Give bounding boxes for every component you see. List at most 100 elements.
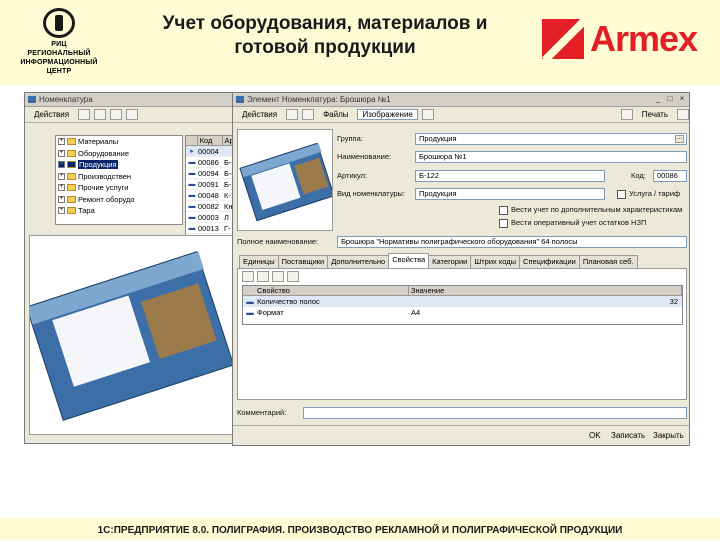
tab-suppliers[interactable]: Поставщики <box>277 255 329 268</box>
tree-item-repair[interactable]: + Ремонт оборудо <box>56 194 182 206</box>
service-checkbox[interactable] <box>617 190 626 199</box>
table-row[interactable]: ▬ Количество полос 32 <box>243 296 682 307</box>
printer-icon[interactable] <box>620 109 633 120</box>
edit-row-icon[interactable] <box>272 271 284 282</box>
table-row[interactable]: ▬ Формат А4 <box>243 307 682 318</box>
tab-specifications[interactable]: Спецификации <box>519 255 580 268</box>
image-menu[interactable]: Изображение <box>357 109 418 120</box>
element-window: Элемент Номенклатура: Брошюра №1 _ □ × Д… <box>232 92 690 446</box>
collapse-icon[interactable]: - <box>58 161 65 168</box>
save-icon[interactable] <box>286 109 299 120</box>
fullname-field[interactable]: Брошюра "Нормативы полиграфического обор… <box>337 236 687 248</box>
close-button[interactable]: Закрыть <box>653 430 684 442</box>
tab-categories[interactable]: Категории <box>428 255 472 268</box>
ok-button[interactable]: OK <box>589 430 601 442</box>
actions-menu[interactable]: Действия <box>237 109 282 120</box>
characteristics-checkbox[interactable] <box>499 206 508 215</box>
tree-item-materials[interactable]: + Материалы <box>56 136 182 148</box>
item-marker-icon: ▬ <box>188 203 196 210</box>
help-icon[interactable] <box>421 109 434 120</box>
column-property[interactable]: Свойство <box>243 286 409 295</box>
wip-checkbox-label: Вести оперативный учет остатков НЗП <box>511 218 647 227</box>
edit-icon[interactable] <box>126 109 139 120</box>
copy-row-icon[interactable] <box>257 271 269 282</box>
element-image <box>237 129 333 231</box>
ric-logo: РИЦ РЕГИОНАЛЬНЫЙ ИНФОРМАЦИОННЫЙ ЦЕНТР <box>12 6 106 78</box>
fullname-label: Полное наименование: <box>237 237 319 246</box>
title-line-1: Учет оборудования, материалов и <box>162 13 488 34</box>
logo-line: РИЦ <box>51 41 67 48</box>
column-value[interactable]: Значение <box>409 286 682 295</box>
folder-icon[interactable] <box>94 109 107 120</box>
refresh-icon[interactable] <box>302 109 315 120</box>
property-value: 32 <box>669 297 678 306</box>
tree-item-packaging[interactable]: + Тара <box>56 205 182 217</box>
table-row[interactable]: ▬ 00091 Б-1 <box>186 179 238 190</box>
property-value: А4 <box>411 308 421 317</box>
tab-additional[interactable]: Дополнительно <box>327 255 390 268</box>
table-row[interactable]: ▬ 00082 Кн <box>186 201 238 212</box>
tree-item-equipment[interactable]: + Оборудование <box>56 148 182 160</box>
expand-icon[interactable]: + <box>58 195 65 203</box>
table-row[interactable]: ▬ 00086 Б-1 <box>186 157 238 168</box>
expand-icon[interactable]: + <box>58 149 65 157</box>
files-menu[interactable]: Файлы <box>318 109 353 120</box>
delete-row-icon[interactable] <box>287 271 299 282</box>
armex-brand: Armex <box>590 18 698 59</box>
folder-icon <box>67 172 76 180</box>
tab-planned-cost[interactable]: Плановая себ. <box>578 255 638 268</box>
wip-checkbox[interactable] <box>499 219 508 228</box>
expand-icon[interactable]: + <box>58 207 65 214</box>
property-name: Количество полос <box>257 297 320 306</box>
help-question-icon[interactable] <box>677 109 689 120</box>
tree-item-products[interactable]: - Продукция <box>56 159 182 171</box>
copy-icon[interactable] <box>110 109 123 120</box>
table-row[interactable]: ▬ 00094 Б-4 <box>186 168 238 179</box>
comment-field[interactable] <box>303 407 687 419</box>
code-field[interactable]: 00086 <box>653 170 687 182</box>
tree-item-label: Прочие услуги <box>78 183 129 192</box>
tree-item-production[interactable]: + Производствен <box>56 171 182 183</box>
tab-properties[interactable]: Свойства <box>388 253 430 268</box>
add-icon[interactable] <box>78 109 91 120</box>
add-row-icon[interactable] <box>242 271 254 282</box>
grid-header: Код Арт <box>186 136 238 146</box>
ric-logo-mark-icon <box>39 6 79 40</box>
maximize-icon[interactable]: □ <box>665 95 675 104</box>
minimize-icon[interactable]: _ <box>653 95 663 104</box>
print-menu[interactable]: Печать <box>637 109 673 120</box>
property-marker-icon: ▬ <box>246 308 254 317</box>
tab-units[interactable]: Единицы <box>239 255 279 268</box>
article-label: Артикул: <box>337 171 368 180</box>
column-code[interactable]: Код <box>198 136 223 145</box>
element-toolbar: Действия Файлы Изображение Печать <box>233 107 689 123</box>
item-marker-icon: ▬ <box>188 159 196 166</box>
expand-icon[interactable]: + <box>58 172 65 180</box>
armex-mark-icon <box>542 19 584 59</box>
group-select-icon[interactable]: ... <box>675 135 684 143</box>
tab-bar: Единицы Поставщики Дополнительно Свойств… <box>239 253 638 268</box>
nomenclature-window: Номенклатура Действия + Материалы + Оборуд… <box>24 92 240 444</box>
row-article: Кн <box>224 202 233 211</box>
characteristics-checkbox-label: Вести учет по дополнительным характерист… <box>511 205 683 214</box>
row-article <box>222 146 224 156</box>
write-button[interactable]: Записать <box>611 430 645 442</box>
tab-barcodes[interactable]: Штрих коды <box>470 255 521 268</box>
close-icon[interactable]: × <box>677 95 687 104</box>
type-field[interactable]: Продукция <box>415 188 605 200</box>
row-code: 00086 <box>198 158 219 167</box>
group-field[interactable]: Продукция <box>415 133 687 145</box>
table-row[interactable]: ▸ 00004 <box>186 146 238 157</box>
article-field[interactable]: Б-122 <box>415 170 605 182</box>
folder-marker-icon: ▸ <box>190 148 194 155</box>
table-row[interactable]: ▬ 00013 Г- <box>186 223 238 234</box>
actions-menu[interactable]: Действия <box>29 109 74 120</box>
expand-icon[interactable]: + <box>58 138 65 145</box>
tree-item-other-services[interactable]: + Прочие услуги <box>56 182 182 194</box>
group-tree: + Материалы + Оборудование - Продукция + Про… <box>55 135 183 225</box>
table-row[interactable]: ▬ 00003 Л <box>186 212 238 223</box>
row-code: 00082 <box>198 202 219 211</box>
name-field[interactable]: Брошюра №1 <box>415 151 687 163</box>
expand-icon[interactable]: + <box>58 184 65 191</box>
table-row[interactable]: ▬ 00048 К-1 <box>186 190 238 201</box>
